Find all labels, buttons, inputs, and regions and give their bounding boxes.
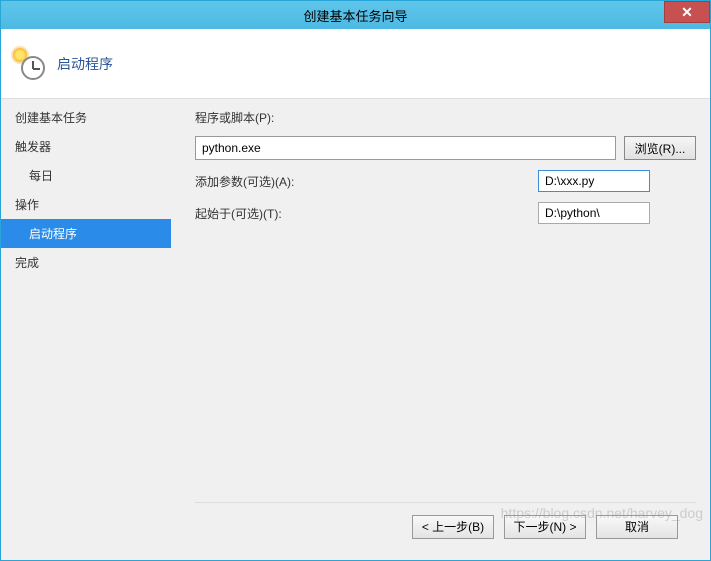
close-icon: ✕ bbox=[681, 4, 693, 21]
close-button[interactable]: ✕ bbox=[664, 1, 710, 23]
sidebar: 创建基本任务 触发器 每日 操作 启动程序 完成 bbox=[1, 99, 171, 560]
back-button[interactable]: < 上一步(B) bbox=[412, 515, 494, 539]
args-label: 添加参数(可选)(A): bbox=[195, 173, 530, 190]
footer: < 上一步(B) 下一步(N) > 取消 bbox=[195, 502, 696, 550]
args-input[interactable] bbox=[538, 170, 650, 192]
sidebar-item-create-task[interactable]: 创建基本任务 bbox=[1, 103, 171, 132]
wizard-window: 创建基本任务向导 ✕ 启动程序 创建基本任务 触发器 每日 操作 启动程序 完成… bbox=[0, 0, 711, 561]
content: 程序或脚本(P): 浏览(R)... 添加参数(可选)(A): 起始于(可选)(… bbox=[171, 99, 710, 560]
script-label: 程序或脚本(P): bbox=[195, 109, 274, 126]
body: 创建基本任务 触发器 每日 操作 启动程序 完成 程序或脚本(P): 浏览(R)… bbox=[1, 99, 710, 560]
script-input[interactable] bbox=[195, 136, 616, 160]
sidebar-item-start-program[interactable]: 启动程序 bbox=[1, 219, 171, 248]
clock-icon bbox=[13, 48, 45, 80]
sidebar-item-finish[interactable]: 完成 bbox=[1, 248, 171, 277]
page-title: 启动程序 bbox=[57, 54, 113, 74]
startin-input[interactable] bbox=[538, 202, 650, 224]
window-title: 创建基本任务向导 bbox=[303, 6, 407, 25]
titlebar: 创建基本任务向导 ✕ bbox=[1, 1, 710, 29]
browse-button[interactable]: 浏览(R)... bbox=[624, 136, 696, 160]
cancel-button[interactable]: 取消 bbox=[596, 515, 678, 539]
form-area: 程序或脚本(P): 浏览(R)... 添加参数(可选)(A): 起始于(可选)(… bbox=[195, 109, 696, 502]
header: 启动程序 bbox=[1, 29, 710, 99]
sidebar-item-trigger[interactable]: 触发器 bbox=[1, 132, 171, 161]
sidebar-item-daily[interactable]: 每日 bbox=[1, 161, 171, 190]
sidebar-item-action[interactable]: 操作 bbox=[1, 190, 171, 219]
next-button[interactable]: 下一步(N) > bbox=[504, 515, 586, 539]
startin-label: 起始于(可选)(T): bbox=[195, 205, 530, 222]
